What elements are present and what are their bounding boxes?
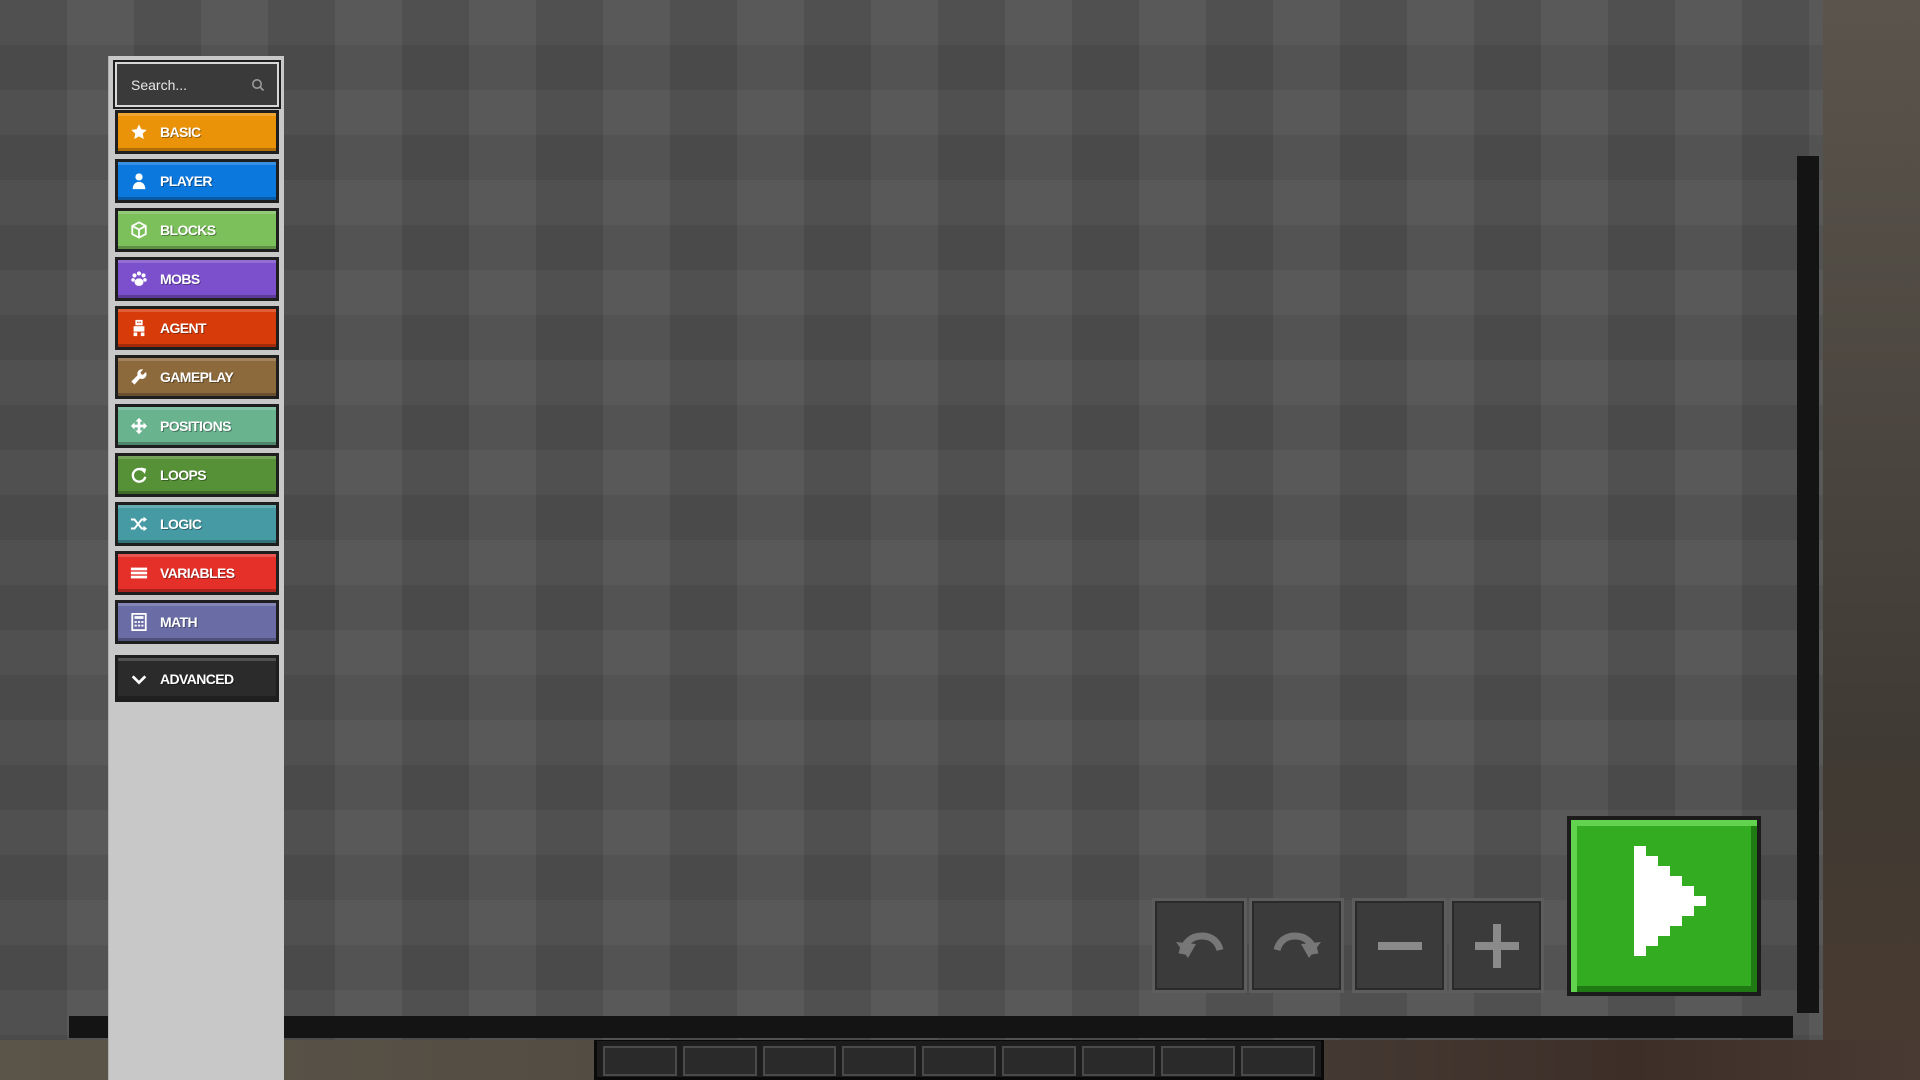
run-button[interactable] <box>1567 816 1761 996</box>
category-label: MATH <box>160 614 198 630</box>
wrench-icon <box>128 366 150 388</box>
category-label: LOGIC <box>160 516 202 532</box>
category-mobs[interactable]: MOBS <box>115 257 279 301</box>
hotbar-slot <box>1241 1046 1316 1076</box>
search-box[interactable] <box>113 60 281 109</box>
hotbar-slot <box>842 1046 917 1076</box>
play-icon <box>1634 846 1706 956</box>
horizontal-scrollbar[interactable] <box>69 1016 1793 1038</box>
category-label: BASIC <box>160 124 201 140</box>
category-label: POSITIONS <box>160 418 231 434</box>
shuffle-icon <box>128 513 150 535</box>
zoom-out-button[interactable] <box>1352 898 1447 993</box>
block-toolbox: BASIC PLAYER BLOCKS MOBS AGENT GAMEPLAY … <box>108 56 284 1080</box>
chevron-down-icon <box>128 668 150 690</box>
undo-icon <box>1175 931 1223 958</box>
paw-icon <box>128 268 150 290</box>
category-gameplay[interactable]: GAMEPLAY <box>115 355 279 399</box>
redo-button[interactable] <box>1249 898 1344 993</box>
hotbar-slot <box>1081 1046 1156 1076</box>
agent-icon <box>128 317 150 339</box>
cube-icon <box>128 219 150 241</box>
category-label: MOBS <box>160 271 200 287</box>
category-label: VARIABLES <box>160 565 235 581</box>
redo-icon <box>1273 931 1321 958</box>
category-blocks[interactable]: BLOCKS <box>115 208 279 252</box>
category-positions[interactable]: POSITIONS <box>115 404 279 448</box>
category-label: ADVANCED <box>160 670 234 687</box>
calculator-icon <box>128 611 150 633</box>
crosshair-icon <box>128 415 150 437</box>
category-label: LOOPS <box>160 467 207 483</box>
hotbar-slot <box>603 1046 677 1076</box>
search-input[interactable] <box>131 76 251 93</box>
category-basic[interactable]: BASIC <box>115 110 279 154</box>
category-agent[interactable]: AGENT <box>115 306 279 350</box>
hotbar-slot <box>1001 1046 1076 1076</box>
category-label: PLAYER <box>160 173 213 189</box>
person-icon <box>128 170 150 192</box>
vertical-scrollbar[interactable] <box>1797 156 1819 1013</box>
undo-button[interactable] <box>1152 898 1247 993</box>
category-label: BLOCKS <box>160 222 216 238</box>
star-icon <box>128 121 150 143</box>
category-advanced[interactable]: ADVANCED <box>115 655 279 702</box>
hotbar-slot <box>762 1046 837 1076</box>
category-math[interactable]: MATH <box>115 600 279 644</box>
category-label: AGENT <box>160 320 207 336</box>
zoom-in-button[interactable] <box>1449 898 1544 993</box>
minecraft-hotbar <box>594 1038 1324 1080</box>
list-icon <box>128 562 150 584</box>
category-logic[interactable]: LOGIC <box>115 502 279 546</box>
minus-icon <box>1377 941 1422 950</box>
hotbar-slot <box>682 1046 757 1076</box>
category-player[interactable]: PLAYER <box>115 159 279 203</box>
hotbar-slot <box>1161 1046 1236 1076</box>
hotbar-slot <box>922 1046 996 1076</box>
category-loops[interactable]: LOOPS <box>115 453 279 497</box>
plus-icon <box>1474 923 1519 968</box>
category-variables[interactable]: VARIABLES <box>115 551 279 595</box>
game-world-background-right <box>1823 0 1920 1080</box>
refresh-icon <box>128 464 150 486</box>
code-editor-workspace[interactable]: BASIC PLAYER BLOCKS MOBS AGENT GAMEPLAY … <box>0 0 1823 1080</box>
category-label: GAMEPLAY <box>160 369 234 385</box>
search-icon[interactable] <box>251 78 265 92</box>
